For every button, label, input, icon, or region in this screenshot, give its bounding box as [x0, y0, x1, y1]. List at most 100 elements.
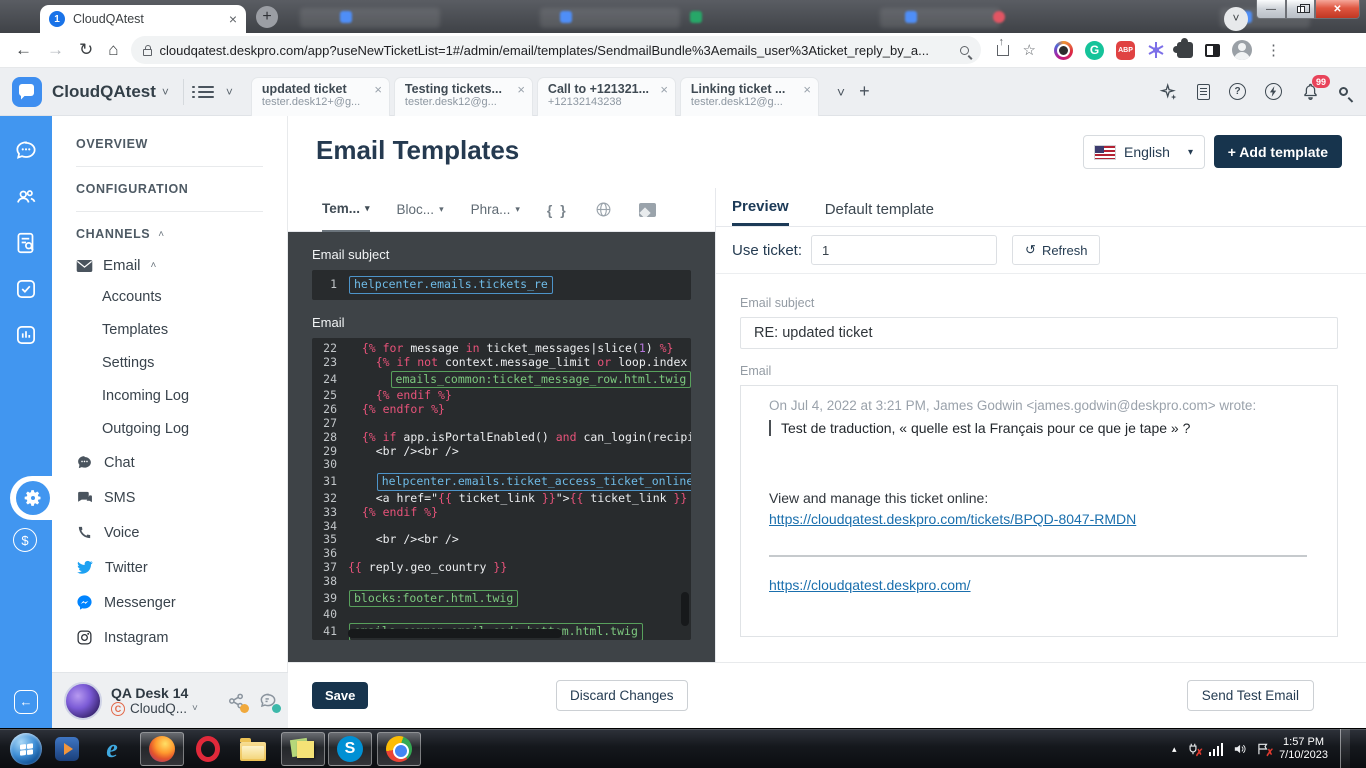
forward-icon[interactable]: → [47, 40, 64, 60]
code-line[interactable]: 35 <br /><br /> [312, 533, 691, 547]
taskbar-internet-explorer[interactable]: e [90, 732, 134, 766]
sidebar-item-sms[interactable]: SMS [76, 480, 287, 515]
org-chevron-icon[interactable]: ˅ [192, 703, 198, 714]
code-line[interactable]: 22 {% for message in ticket_messages|sli… [312, 342, 691, 356]
phrases-dropdown[interactable]: Phra... ▾ [471, 188, 520, 232]
sparkle-icon[interactable] [1159, 82, 1178, 101]
globe-icon[interactable] [595, 201, 612, 218]
notifications-bell-icon[interactable]: 99 [1301, 82, 1320, 101]
sidebar-item-voice[interactable]: Voice [76, 515, 287, 550]
code-line[interactable]: 28 {% if app.isPortalEnabled() and can_l… [312, 431, 691, 445]
code-line[interactable]: 31 helpcenter.emails.ticket_access_ticke… [312, 472, 691, 492]
start-button[interactable] [10, 733, 42, 765]
tab-search-chevron-icon[interactable]: ˅ [1224, 7, 1248, 31]
taskbar-skype[interactable]: S [328, 732, 372, 766]
bookmark-star-icon[interactable]: ☆ [1023, 41, 1036, 59]
ticket-tab-close-icon[interactable]: × [374, 82, 382, 97]
tab-default-template[interactable]: Default template [825, 201, 934, 226]
collapse-back-icon[interactable]: ← [14, 690, 38, 714]
code-line[interactable]: 29 <br /><br /> [312, 445, 691, 459]
ticket-list-icon[interactable] [198, 86, 214, 98]
home-icon[interactable]: ⌂ [108, 40, 118, 60]
template-token[interactable]: helpcenter.emails.tickets_re [349, 276, 553, 294]
tray-expand-icon[interactable]: ▴ [1172, 744, 1177, 755]
new-ticket-tab-icon[interactable]: + [859, 81, 870, 102]
sidebar-item-accounts[interactable]: Accounts [102, 280, 287, 313]
ticket-tab[interactable]: Call to +121321... +12132143238 × [537, 77, 676, 116]
window-minimize-button[interactable]: — [1256, 0, 1286, 19]
window-restore-button[interactable] [1286, 0, 1315, 19]
save-button[interactable]: Save [312, 682, 368, 709]
ticket-tab-close-icon[interactable]: × [517, 82, 525, 97]
tabs-overflow-chevron-icon[interactable]: ˅ [837, 84, 845, 100]
profile-avatar[interactable] [1232, 40, 1252, 60]
new-tab-button[interactable]: + [256, 6, 278, 28]
taskbar-clock[interactable]: 1:57 PM 7/10/2023 [1279, 736, 1328, 763]
sidebar-item-templates[interactable]: Templates [102, 313, 287, 346]
horizontal-scrollbar[interactable] [348, 629, 562, 638]
action-center-flag-icon[interactable]: ✗ [1256, 742, 1270, 756]
extension-grammarly-icon[interactable]: G [1085, 41, 1104, 60]
language-selector[interactable]: English ▾ [1083, 135, 1205, 169]
code-line[interactable]: 24 emails_common:ticket_message_row.html… [312, 370, 691, 390]
extension-camera-icon[interactable] [1054, 41, 1073, 60]
show-desktop-button[interactable] [1340, 729, 1350, 768]
ticket-id-input[interactable] [811, 235, 997, 265]
user-org-row[interactable]: C CloudQ... ˅ [111, 701, 198, 716]
ticket-tab[interactable]: Testing tickets... tester.desk12@g... × [394, 77, 533, 116]
window-close-button[interactable]: ✕ [1315, 0, 1360, 19]
email-collapse-icon[interactable]: ˄ [151, 260, 157, 271]
sidebar-item-settings[interactable]: Settings [102, 346, 287, 379]
code-line[interactable]: 40 [312, 608, 691, 622]
lightning-icon[interactable] [1265, 83, 1282, 100]
sidebar-item-incoming-log[interactable]: Incoming Log [102, 379, 287, 412]
blocks-dropdown[interactable]: Bloc... ▾ [397, 188, 444, 232]
insert-variable-icon[interactable]: { } [547, 202, 568, 218]
body-code-editor[interactable]: 22 {% for message in ticket_messages|sli… [312, 338, 691, 640]
help-icon[interactable]: ? [1229, 83, 1246, 100]
ticket-tab[interactable]: updated ticket tester.desk12+@g... × [251, 77, 390, 116]
templates-dropdown[interactable]: Tem... ▾ [322, 188, 370, 232]
add-template-button[interactable]: + Add template [1214, 135, 1342, 168]
ticket-link[interactable]: https://cloudqatest.deskpro.com/tickets/… [769, 511, 1136, 527]
document-icon[interactable] [1197, 84, 1210, 100]
template-token[interactable]: helpcenter.emails.ticket_access_ticket_o… [377, 473, 691, 491]
address-bar[interactable]: cloudqatest.deskpro.com/app?useNewTicket… [131, 36, 981, 64]
refresh-button[interactable]: ↺ Refresh [1012, 235, 1100, 265]
send-test-email-button[interactable]: Send Test Email [1187, 680, 1314, 711]
tab-close-icon[interactable]: × [229, 11, 237, 27]
url-text[interactable]: cloudqatest.deskpro.com/app?useNewTicket… [160, 43, 952, 58]
admin-gear-icon[interactable] [16, 481, 50, 515]
browser-menu-icon[interactable]: ⋮ [1266, 41, 1281, 59]
image-icon[interactable] [639, 203, 656, 217]
code-line[interactable]: 34 [312, 520, 691, 534]
brand-name[interactable]: CloudQAtest [52, 82, 156, 102]
template-token[interactable]: emails_common:ticket_message_row.html.tw… [391, 371, 691, 389]
sidebar-item-email[interactable]: Email ˄ [76, 257, 287, 274]
brand-chevron-icon[interactable]: ˅ [162, 85, 169, 99]
audit-log-icon[interactable] [13, 230, 39, 256]
taskbar-file-explorer[interactable] [231, 732, 275, 766]
taskbar-sticky-notes[interactable] [281, 732, 325, 766]
code-line[interactable]: 37{{ reply.geo_country }} [312, 561, 691, 575]
code-line[interactable]: 25 {% endif %} [312, 389, 691, 403]
ticket-tab-close-icon[interactable]: × [803, 82, 811, 97]
sidebar-item-chat[interactable]: Chat [76, 445, 287, 480]
taskbar-chrome[interactable] [377, 732, 421, 766]
billing-dollar-icon[interactable]: $ [13, 528, 37, 552]
channels-collapse-icon[interactable]: ˄ [158, 229, 164, 240]
user-card[interactable]: QA Desk 14 C CloudQ... ˅ [52, 672, 288, 728]
code-line[interactable]: 23 {% if not context.message_limit or lo… [312, 356, 691, 370]
code-line[interactable]: 26 {% endfor %} [312, 403, 691, 417]
user-avatar[interactable] [64, 682, 102, 720]
chat-status-icon[interactable] [258, 691, 278, 711]
share-icon[interactable] [997, 45, 1009, 56]
chat-bubble-icon[interactable] [13, 138, 39, 164]
code-line[interactable]: 38 [312, 575, 691, 589]
deskpro-logo[interactable] [12, 77, 42, 107]
reports-chart-icon[interactable] [13, 322, 39, 348]
sidebar-item-instagram[interactable]: Instagram [76, 620, 287, 655]
discard-changes-button[interactable]: Discard Changes [556, 680, 688, 711]
signal-bars-icon[interactable] [1209, 743, 1224, 756]
subject-code-editor[interactable]: 1 helpcenter.emails.tickets_re [312, 270, 691, 300]
